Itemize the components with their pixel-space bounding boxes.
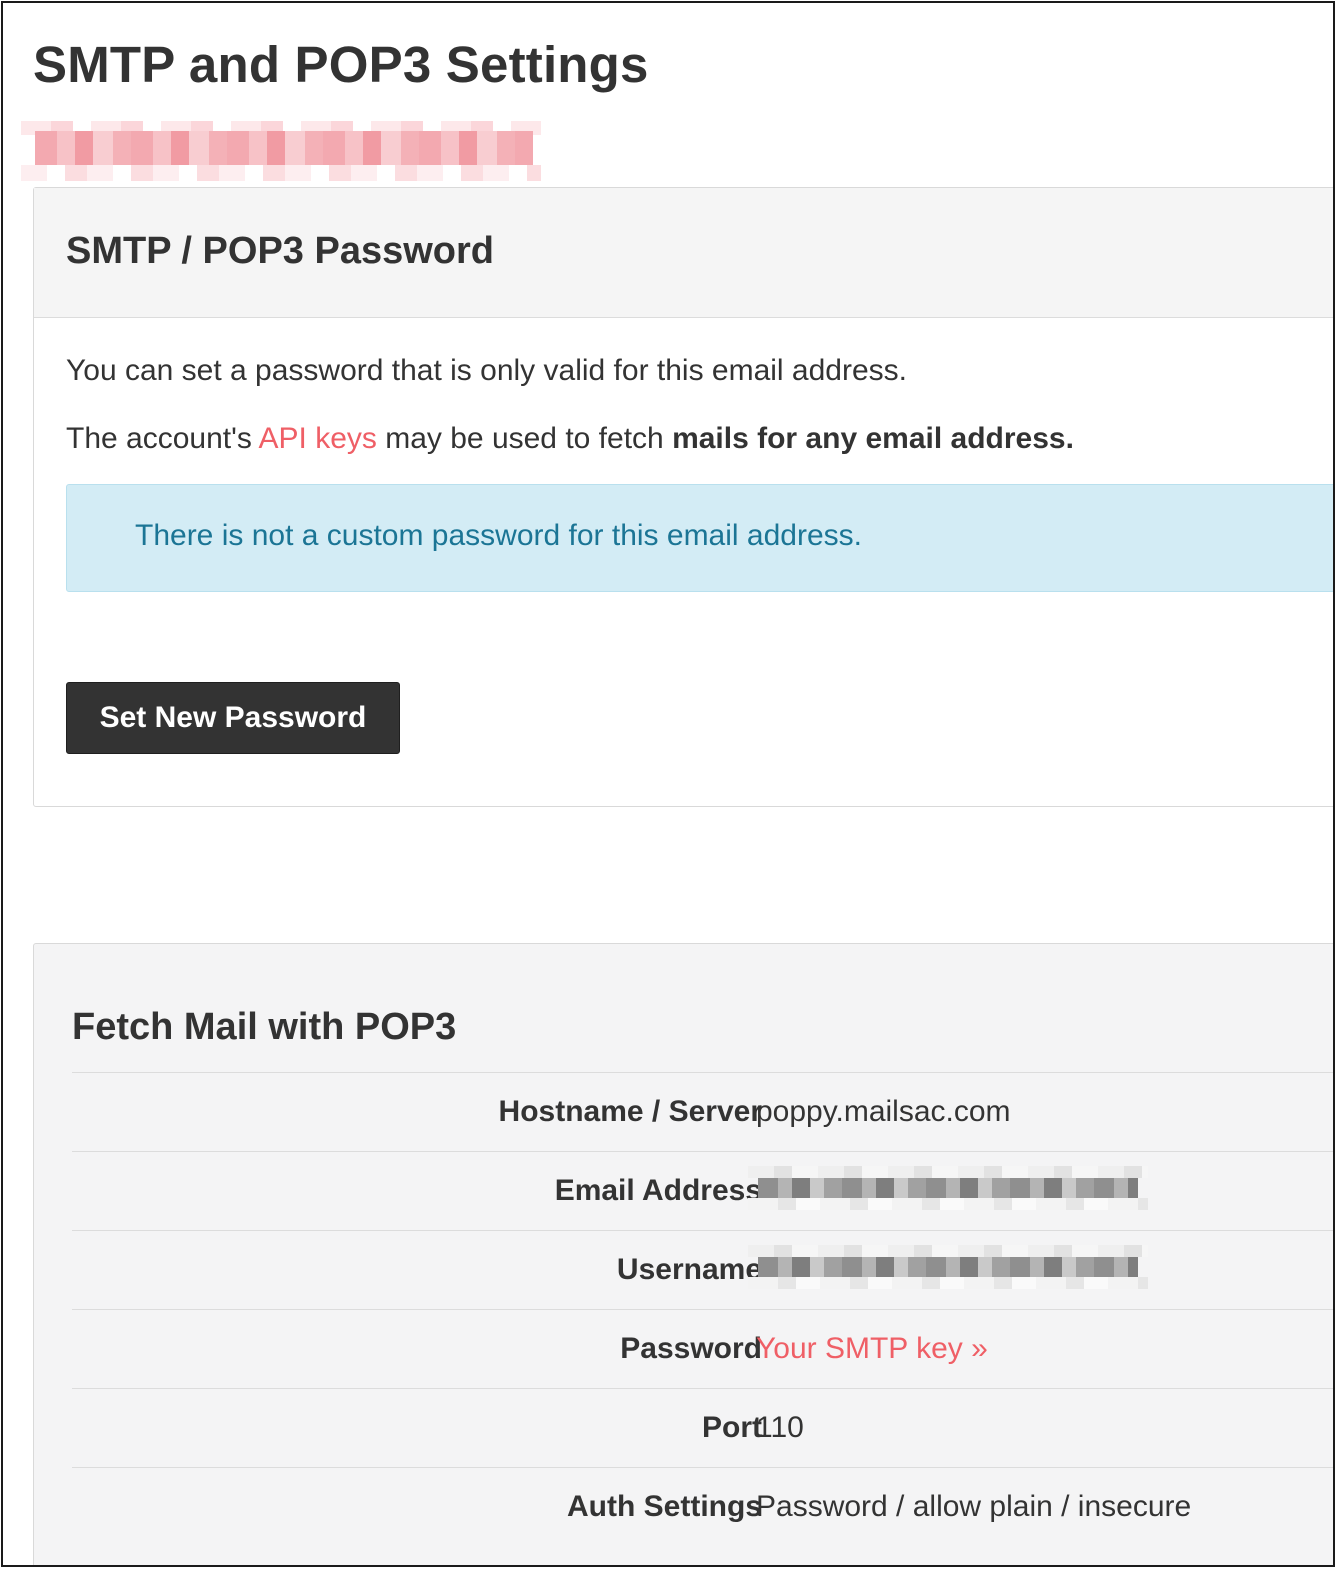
api-keys-link[interactable]: API keys: [259, 422, 377, 455]
api-keys-middle: may be used to fetch: [376, 422, 673, 455]
port-value: 110: [756, 1411, 804, 1444]
username-label: Username: [616, 1253, 762, 1286]
pop3-panel-title: Fetch Mail with POP3: [72, 1006, 457, 1048]
email-address-value-redacted: [748, 1166, 1148, 1210]
port-label: Port: [702, 1411, 762, 1444]
auth-settings-row: Auth Settings Password / allow plain / i…: [72, 1467, 1333, 1546]
smtp-key-link[interactable]: Your SMTP key »: [756, 1332, 988, 1366]
pop3-panel: Fetch Mail with POP3 Hostname / Server p…: [33, 943, 1333, 1565]
password-panel-header: SMTP / POP3 Password: [34, 188, 1333, 318]
hostname-value: poppy.mailsac.com: [756, 1095, 1011, 1128]
api-keys-description: The account's API keys may be used to fe…: [66, 422, 1074, 456]
no-custom-password-alert: There is not a custom password for this …: [66, 484, 1333, 592]
username-row: Username: [72, 1230, 1333, 1309]
set-new-password-button[interactable]: Set New Password: [66, 682, 400, 754]
hostname-label: Hostname / Server: [498, 1095, 762, 1128]
alert-text: There is not a custom password for this …: [135, 519, 862, 552]
port-row: Port 110: [72, 1388, 1333, 1467]
password-panel: SMTP / POP3 Password You can set a passw…: [33, 187, 1333, 807]
page-frame: SMTP and POP3 Settings SMTP / POP3 Passw…: [1, 1, 1335, 1567]
page-title: SMTP and POP3 Settings: [33, 36, 649, 93]
hostname-row: Hostname / Server poppy.mailsac.com: [72, 1072, 1333, 1151]
username-value-redacted: [748, 1245, 1148, 1289]
api-keys-bold: mails for any email address.: [672, 422, 1074, 455]
redacted-email-subtitle: [21, 121, 541, 183]
password-label: Password: [620, 1332, 762, 1365]
api-keys-prefix: The account's: [66, 422, 259, 455]
password-row: Password Your SMTP key »: [72, 1309, 1333, 1388]
auth-settings-label: Auth Settings: [567, 1490, 762, 1523]
email-address-row: Email Address: [72, 1151, 1333, 1230]
auth-settings-value: Password / allow plain / insecure: [756, 1490, 1192, 1523]
email-address-label: Email Address: [554, 1174, 762, 1207]
password-description: You can set a password that is only vali…: [66, 354, 907, 387]
password-panel-title: SMTP / POP3 Password: [66, 230, 495, 272]
